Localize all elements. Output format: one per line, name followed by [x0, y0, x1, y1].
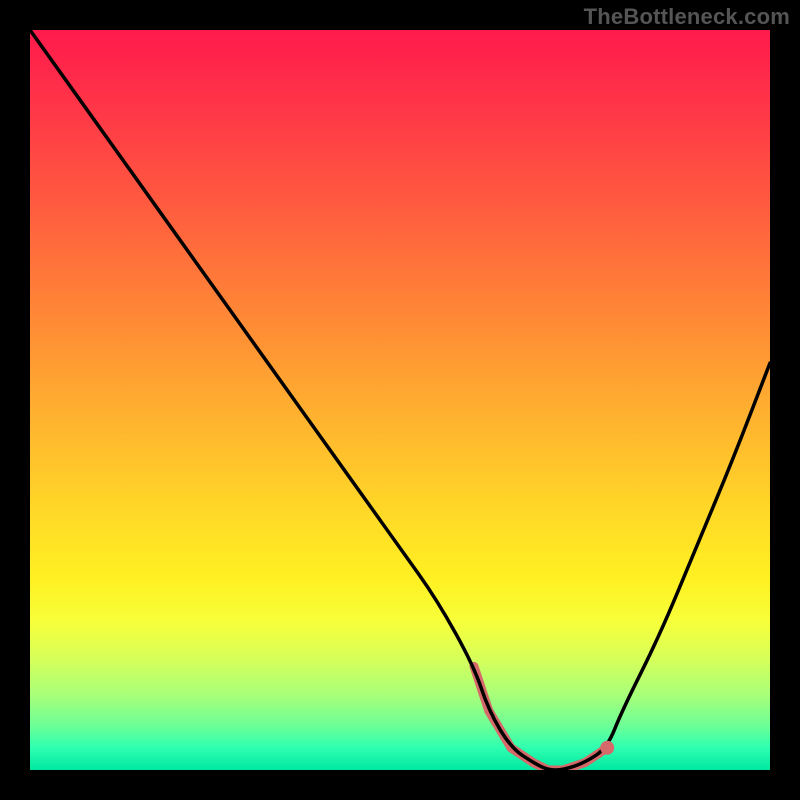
plot-area — [30, 30, 770, 770]
curve-line — [30, 30, 770, 770]
chart-frame: TheBottleneck.com — [0, 0, 800, 800]
watermark-text: TheBottleneck.com — [584, 4, 790, 30]
bottleneck-curve — [30, 30, 770, 770]
marker-dot — [600, 741, 614, 755]
